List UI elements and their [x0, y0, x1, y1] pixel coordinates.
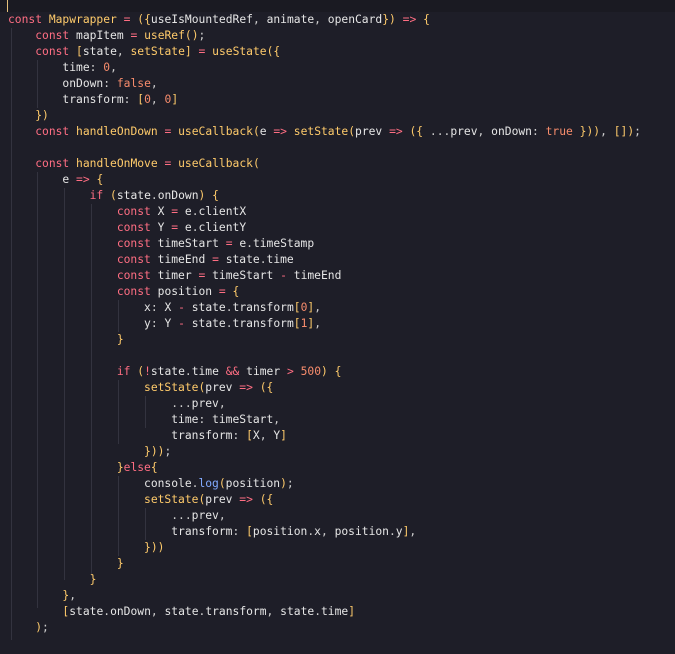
code-line[interactable]: [state.onDown, state.transform, state.ti…	[8, 604, 641, 620]
code-line[interactable]: ...prev,	[8, 396, 641, 412]
code-line[interactable]: y: Y - state.transform[1],	[8, 316, 641, 332]
code-line[interactable]: const Mapwrapper = ({useIsMountedRef, an…	[8, 12, 641, 28]
code-line[interactable]: const X = e.clientX	[8, 204, 641, 220]
code-line[interactable]: }else{	[8, 460, 641, 476]
code-area[interactable]: const Mapwrapper = ({useIsMountedRef, an…	[8, 12, 641, 636]
code-line[interactable]: },	[8, 588, 641, 604]
code-line[interactable]: const timeStart = e.timeStamp	[8, 236, 641, 252]
code-line[interactable]: ...prev,	[8, 508, 641, 524]
editor-top-strip	[0, 0, 675, 12]
code-line[interactable]: const mapItem = useRef();	[8, 28, 641, 44]
code-line[interactable]: transform: [X, Y]	[8, 428, 641, 444]
code-line[interactable]: const Y = e.clientY	[8, 220, 641, 236]
code-line[interactable]: if (state.onDown) {	[8, 188, 641, 204]
code-line[interactable]: }))	[8, 540, 641, 556]
code-line[interactable]: const timer = timeStart - timeEnd	[8, 268, 641, 284]
code-line[interactable]: const timeEnd = state.time	[8, 252, 641, 268]
code-line[interactable]: time: timeStart,	[8, 412, 641, 428]
code-line[interactable]: onDown: false,	[8, 76, 641, 92]
code-line[interactable]: transform: [position.x, position.y],	[8, 524, 641, 540]
code-line[interactable]: })	[8, 108, 641, 124]
code-line[interactable]: }	[8, 572, 641, 588]
code-line[interactable]: if (!state.time && timer > 500) {	[8, 364, 641, 380]
code-line[interactable]: }	[8, 332, 641, 348]
code-line[interactable]: setState(prev => ({	[8, 492, 641, 508]
code-line[interactable]: }));	[8, 444, 641, 460]
code-editor[interactable]: const Mapwrapper = ({useIsMountedRef, an…	[0, 0, 675, 654]
code-line[interactable]: x: X - state.transform[0],	[8, 300, 641, 316]
code-line[interactable]: e => {	[8, 172, 641, 188]
code-line[interactable]: console.log(position);	[8, 476, 641, 492]
code-line[interactable]	[8, 348, 641, 364]
text-cursor	[7, 0, 8, 12]
code-line[interactable]: const handleOnMove = useCallback(	[8, 156, 641, 172]
code-line[interactable]: }	[8, 556, 641, 572]
code-line[interactable]: time: 0,	[8, 60, 641, 76]
code-line[interactable]: const position = {	[8, 284, 641, 300]
code-line[interactable]	[8, 140, 641, 156]
code-line[interactable]: const handleOnDown = useCallback(e => se…	[8, 124, 641, 140]
code-line[interactable]: );	[8, 620, 641, 636]
code-line[interactable]: const [state, setState] = useState({	[8, 44, 641, 60]
code-line[interactable]: setState(prev => ({	[8, 380, 641, 396]
code-line[interactable]: transform: [0, 0]	[8, 92, 641, 108]
